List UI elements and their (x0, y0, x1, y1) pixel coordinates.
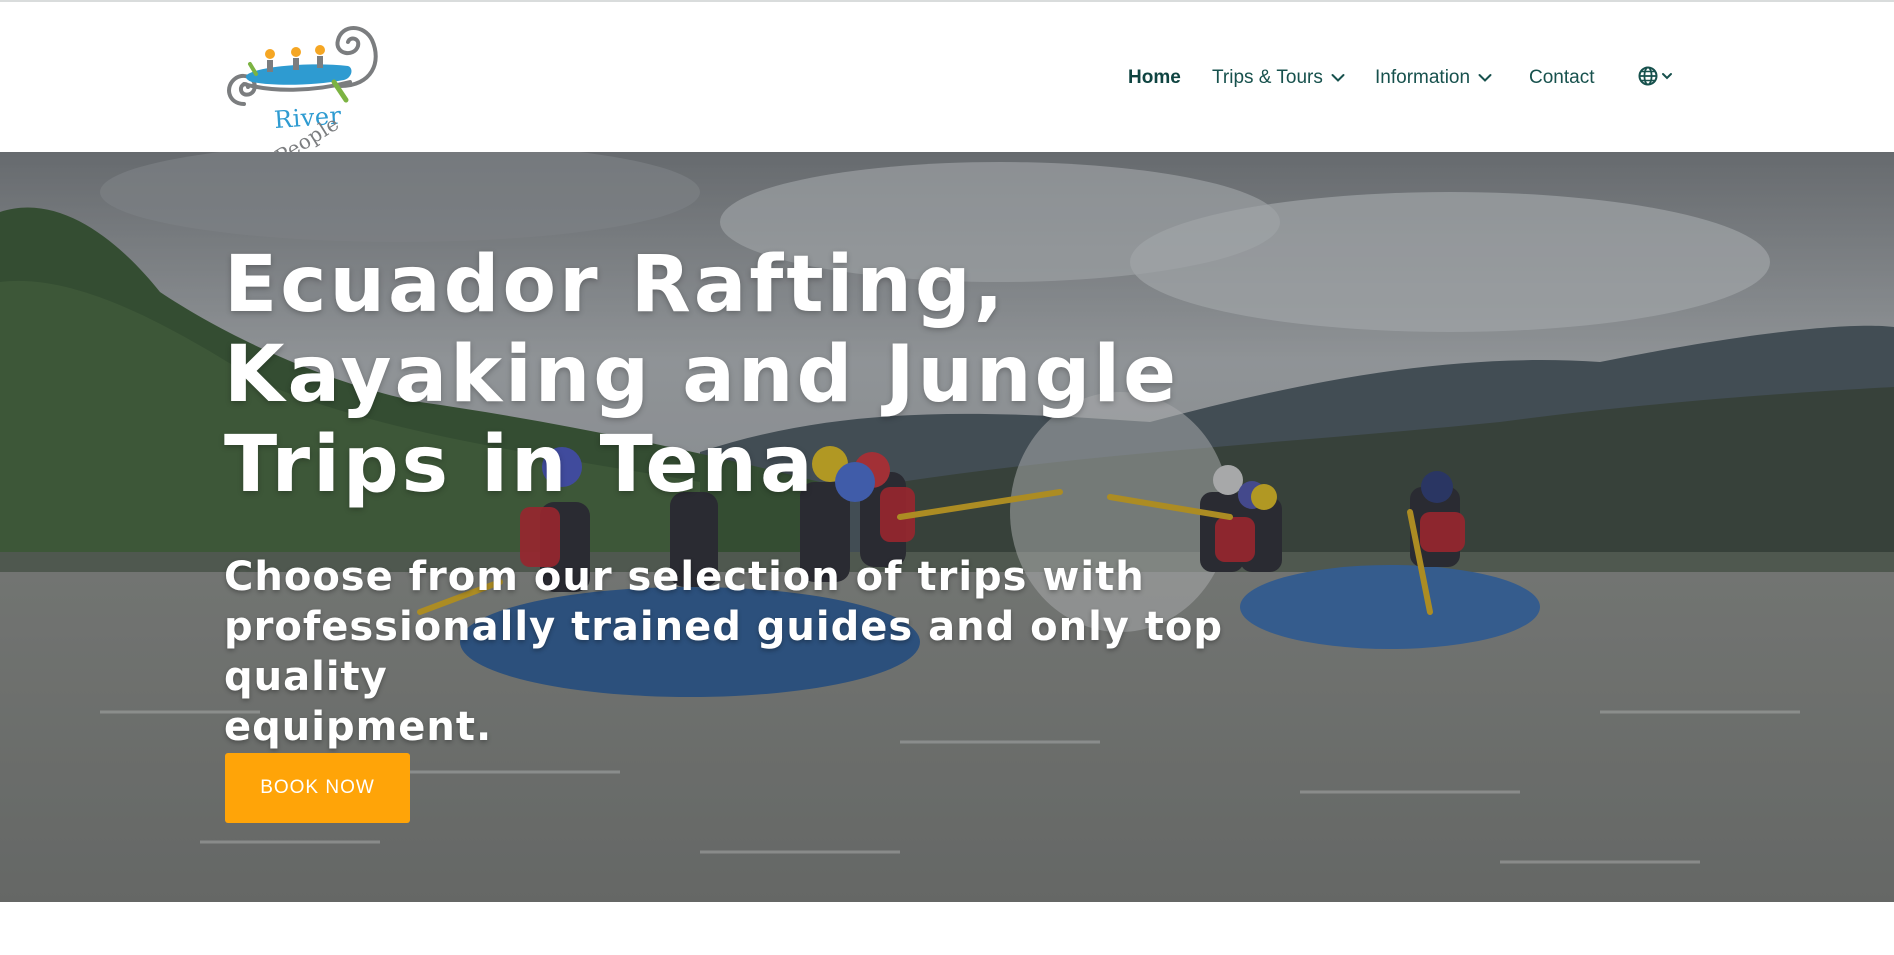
book-now-button[interactable]: BOOK NOW (225, 753, 410, 823)
chevron-down-icon (1662, 73, 1672, 80)
riverpeople-logo[interactable]: RiverPeople (222, 16, 392, 169)
hero-title-line: Kayaking and Jungle (224, 330, 1179, 420)
nav-contact-link[interactable]: Contact (1529, 58, 1594, 98)
hero-subtitle: Choose from our selection of trips with … (224, 552, 1324, 752)
hero-title-line: Ecuador Rafting, (224, 240, 1007, 330)
hero-title: Ecuador Rafting, Kayaking and Jungle Tri… (224, 240, 1224, 510)
nav-home-link[interactable]: Home (1128, 58, 1181, 98)
nav-home-label: Home (1128, 67, 1181, 88)
language-selector[interactable] (1638, 66, 1673, 86)
site-header: RiverPeople Home Trips & Tours Informati… (0, 2, 1894, 169)
hero-section: Ecuador Rafting, Kayaking and Jungle Tri… (0, 152, 1894, 902)
nav-contact-label: Contact (1529, 67, 1595, 88)
hero-subtitle-line: Choose from our selection of trips with (224, 554, 1145, 600)
hero-title-line: Trips in Tena (224, 420, 816, 510)
nav-trips-label: Trips & Tours (1212, 67, 1323, 88)
chevron-down-icon (1478, 74, 1492, 82)
nav-information-label: Information (1375, 67, 1471, 88)
globe-icon (1638, 66, 1658, 86)
hero-subtitle-line: professionally trained guides and only t… (224, 604, 1224, 700)
chevron-down-icon (1331, 74, 1345, 82)
nav-information-dropdown[interactable]: Information (1375, 58, 1492, 98)
nav-trips-dropdown[interactable]: Trips & Tours (1212, 58, 1345, 98)
hero-subtitle-line: equipment. (224, 704, 493, 750)
